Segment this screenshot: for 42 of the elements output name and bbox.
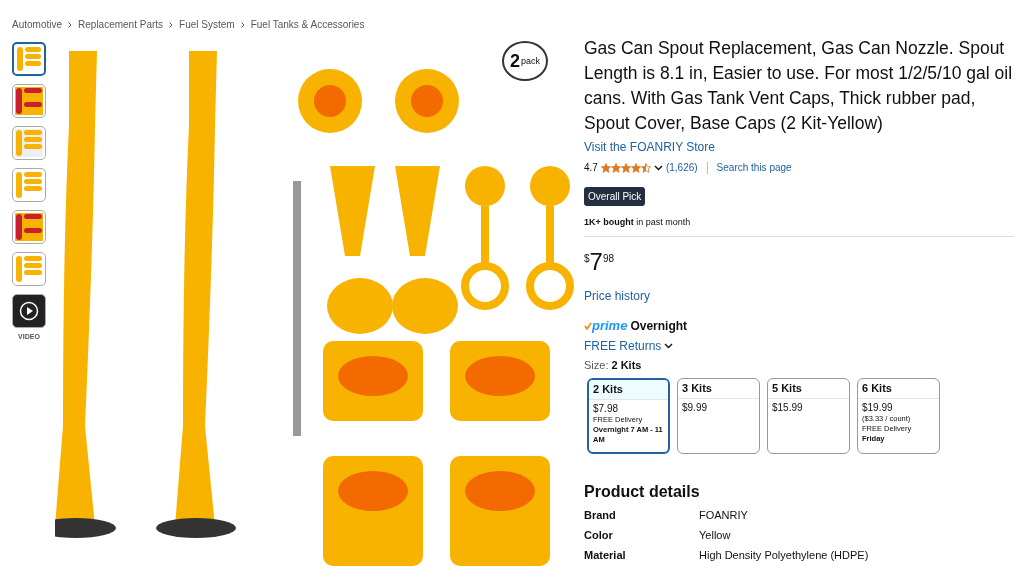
chevron-down-icon [664,342,674,349]
video-thumbnail-button[interactable] [12,294,46,328]
check-icon [584,321,592,330]
size-label: Size: [584,357,609,373]
thumbnail-button[interactable] [12,126,46,160]
chevron-right-icon [169,21,174,28]
size-option-button[interactable]: 5 Kits $15.99 [767,378,850,454]
bought-count-text: 1K+ bought in past month [584,216,692,229]
product-title: Gas Can Spout Replacement, Gas Can Nozzle. Spout Length is 8.1 in, Easier to use. For most 1/2/5/10 gal oil cans. With Gas Tank Vent Caps, Thick rubber pad, Spout Cover, Base Caps (2 Kit-Yellow) [584,37,1013,135]
thumbnail-button[interactable] [12,42,46,76]
play-icon [19,301,39,321]
breadcrumb-link[interactable]: Automotive [12,17,63,32]
breadcrumb-link[interactable]: Fuel Tanks & Accessories [250,17,365,32]
breadcrumb-link[interactable]: Replacement Parts [78,17,164,32]
chevron-right-icon [68,21,73,28]
search-page-link[interactable]: Search this page [716,160,792,175]
detail-value: FOANRIY [699,509,748,522]
detail-value: Yellow [699,529,731,542]
thumbnail-button[interactable] [12,252,46,286]
size-value: 2 Kits [611,357,642,373]
section-heading: Product details [584,482,701,502]
detail-label: Color [584,529,614,542]
thumbnail-button[interactable] [12,84,46,118]
store-link[interactable]: Visit the FOANRIY Store [584,138,1014,156]
detail-label: Material [584,549,627,562]
price-history-link[interactable]: Price history [584,288,651,303]
prime-logo: prime [584,319,628,332]
pack-unit: pack [521,56,540,66]
thumbnail-button[interactable] [12,210,46,244]
thumbnail-button[interactable] [12,168,46,202]
size-option-button[interactable]: 3 Kits $9.99 [677,378,760,454]
detail-value: High Density Polyethylene (HDPE) [699,549,869,562]
pack-count: 2 [510,52,520,70]
review-count-link[interactable]: (1,626) [665,160,698,175]
chevron-right-icon [240,21,245,28]
overall-pick-badge: Overall Pick [584,187,646,206]
delivery-speed: Overnight [630,317,688,335]
breadcrumb-link[interactable]: Fuel System [179,17,235,32]
detail-label: Brand [584,509,617,522]
chevron-down-icon[interactable] [653,164,663,171]
rating-value: 4.7 [584,161,598,175]
returns-link[interactable]: FREE Returns [584,336,674,355]
